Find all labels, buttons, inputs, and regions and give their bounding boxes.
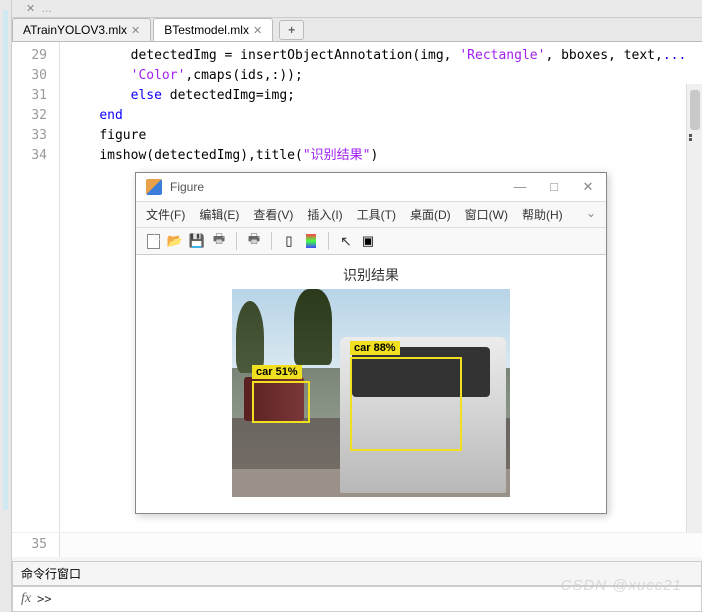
toolbar-separator [236, 232, 237, 250]
menu-insert[interactable]: 插入(I) [307, 206, 342, 223]
code-continuation: ... [663, 48, 686, 63]
line-number: 35 [12, 533, 60, 557]
menu-view[interactable]: 查看(V) [253, 206, 293, 223]
folder-open-icon: 📂 [167, 233, 183, 249]
command-prompt: >> [37, 592, 51, 606]
pointer-icon: ↖ [340, 233, 352, 250]
vertical-scrollbar[interactable] [686, 84, 702, 532]
figure-titlebar[interactable]: Figure — □ ✕ [136, 173, 606, 202]
code-keyword: else [131, 88, 162, 103]
colorbar-button[interactable] [302, 232, 320, 250]
menu-edit[interactable]: 编辑(E) [199, 206, 239, 223]
code-text: detectedImg=img; [162, 88, 295, 103]
breadcrumb-bar: ✕ … [12, 0, 702, 18]
open-button[interactable]: 📂 [166, 232, 184, 250]
save-button[interactable]: 💾 [188, 232, 206, 250]
line-number: 32 [16, 106, 47, 126]
window-controls: — □ ✕ [512, 179, 596, 195]
code-string: "识别结果" [303, 148, 371, 163]
code-text: ) [370, 148, 378, 163]
menu-window[interactable]: 窗口(W) [465, 206, 508, 223]
code-text: imshow(detectedImg),title( [99, 148, 303, 163]
link-icon: ▯ [285, 233, 292, 249]
line-number: 33 [16, 126, 47, 146]
tab-btestmodel[interactable]: BTestmodel.mlx ✕ [153, 18, 273, 41]
line-number: 30 [16, 66, 47, 86]
tab-label: ATrainYOLOV3.mlx [23, 23, 127, 37]
figure-menubar: 文件(F) 编辑(E) 查看(V) 插入(I) 工具(T) 桌面(D) 窗口(W… [136, 202, 606, 228]
line-number: 29 [16, 46, 47, 66]
tab-atrainyolov3[interactable]: ATrainYOLOV3.mlx ✕ [12, 18, 151, 41]
tab-label: BTestmodel.mlx [164, 23, 249, 37]
code-string: 'Color' [131, 68, 186, 83]
code-marker [689, 138, 692, 141]
detection-label: car 51% [252, 365, 302, 379]
menu-tools[interactable]: 工具(T) [357, 206, 396, 223]
vertical-ruler [0, 0, 12, 612]
fx-icon[interactable]: fx [21, 591, 31, 607]
new-file-icon [147, 234, 160, 249]
close-icon[interactable]: ✕ [26, 2, 35, 15]
link-axes-button[interactable]: ▯ [280, 232, 298, 250]
figure-axes: 识别结果 car 51% car 88% [136, 255, 606, 513]
code-string: 'Rectangle' [459, 48, 545, 63]
menu-overflow-icon[interactable]: ⌄ [586, 206, 596, 223]
code-marker [689, 134, 692, 137]
printer-icon: 🖶 [213, 230, 225, 252]
detection-label: car 88% [350, 341, 400, 355]
toolbar-separator [271, 232, 272, 250]
code-text: , bboxes, text, [545, 48, 662, 63]
command-window[interactable]: fx >> [12, 586, 702, 612]
pointer-button[interactable]: ↖ [337, 232, 355, 250]
matlab-figure-icon [146, 179, 162, 195]
print-preview-button[interactable]: 🖶 [245, 232, 263, 250]
new-figure-button[interactable] [144, 232, 162, 250]
menu-desktop[interactable]: 桌面(D) [410, 206, 451, 223]
code-text: ,cmaps(ids,:)); [185, 68, 302, 83]
add-tab-button[interactable]: + [279, 20, 304, 40]
code-text: figure [99, 128, 146, 143]
close-icon[interactable]: ✕ [253, 24, 262, 37]
menu-file[interactable]: 文件(F) [146, 206, 185, 223]
editor-bottom-row: 35 [12, 532, 702, 557]
data-cursor-button[interactable]: ▣ [359, 232, 377, 250]
chart-title: 识别结果 [343, 265, 399, 285]
close-icon[interactable]: ✕ [131, 24, 140, 37]
breadcrumb-text: … [41, 3, 52, 15]
data-cursor-icon: ▣ [362, 233, 374, 249]
floppy-disk-icon: 💾 [189, 233, 205, 249]
toolbar-separator [328, 232, 329, 250]
detection-bbox: car 88% [350, 357, 462, 451]
print-button[interactable]: 🖶 [210, 232, 228, 250]
figure-toolbar: 📂 💾 🖶 🖶 ▯ ↖ ▣ [136, 228, 606, 255]
figure-window[interactable]: Figure — □ ✕ 文件(F) 编辑(E) 查看(V) 插入(I) 工具(… [135, 172, 607, 514]
code-keyword: end [99, 108, 122, 123]
menu-help[interactable]: 帮助(H) [522, 206, 563, 223]
code-text: detectedImg = insertObjectAnnotation(img… [68, 48, 459, 63]
close-button[interactable]: ✕ [580, 179, 596, 195]
window-title: Figure [170, 180, 512, 194]
line-number-gutter: 29 30 31 32 33 34 [12, 42, 60, 532]
maximize-button[interactable]: □ [546, 179, 562, 195]
line-number: 34 [16, 146, 47, 166]
colorbar-icon [306, 234, 316, 248]
command-window-label: 命令行窗口 [12, 561, 702, 586]
detection-image: car 51% car 88% [232, 289, 510, 497]
minimize-button[interactable]: — [512, 179, 528, 195]
line-number: 31 [16, 86, 47, 106]
editor-tabs: ATrainYOLOV3.mlx ✕ BTestmodel.mlx ✕ + [12, 18, 702, 42]
background-tree [294, 289, 332, 365]
printer-icon: 🖶 [248, 230, 260, 252]
detection-bbox: car 51% [252, 381, 310, 423]
background-tree [236, 301, 264, 373]
